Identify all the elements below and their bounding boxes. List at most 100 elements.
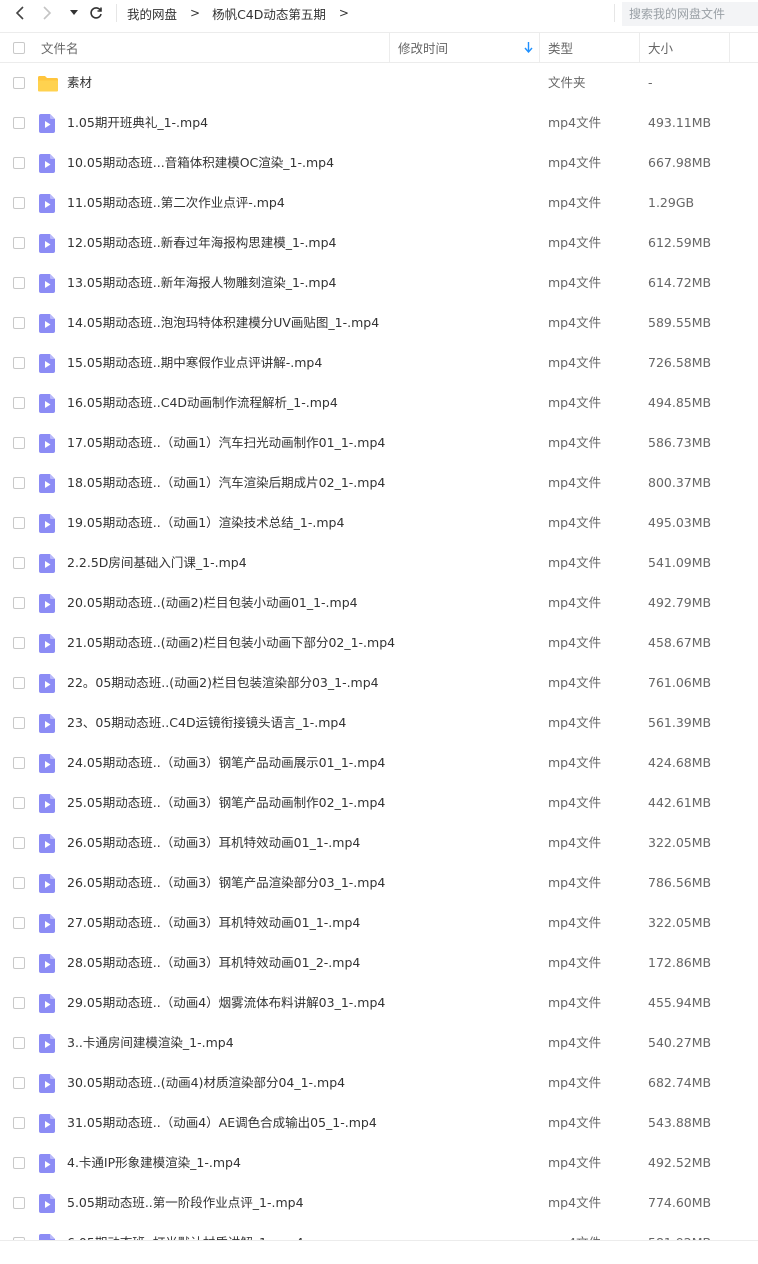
file-row[interactable]: 30.05期动态班..(动画4)材质渲染部分04_1-.mp4 mp4文件 682.…	[0, 1063, 758, 1103]
file-row[interactable]: 3..卡通房间建模渲染_1-.mp4 mp4文件 540.27MB	[0, 1023, 758, 1063]
file-row[interactable]: 14.05期动态班..泡泡玛特体积建模分UV画贴图_1-.mp4 mp4文件 589…	[0, 303, 758, 343]
row-checkbox[interactable]	[13, 677, 25, 689]
file-row[interactable]: 10.05期动态班...音箱体积建模OC渲染_1-.mp4 mp4文件 667.98…	[0, 143, 758, 183]
file-row[interactable]: 17.05期动态班..（动画1）汽车扫光动画制作01_1-.mp4 mp4文件 58…	[0, 423, 758, 463]
file-row[interactable]: 27.05期动态班..（动画3）耳机特效动画01_1-.mp4 mp4文件 322.…	[0, 903, 758, 943]
row-checkbox[interactable]	[13, 717, 25, 729]
file-name[interactable]: 26.05期动态班..（动画3）耳机特效动画01_1-.mp4	[67, 823, 360, 863]
file-row[interactable]: 28.05期动态班..（动画3）耳机特效动画01_2-.mp4 mp4文件 172.…	[0, 943, 758, 983]
row-checkbox[interactable]	[13, 837, 25, 849]
row-checkbox[interactable]	[13, 157, 25, 169]
file-name[interactable]: 17.05期动态班..（动画1）汽车扫光动画制作01_1-.mp4	[67, 423, 385, 463]
file-name[interactable]: 29.05期动态班..（动画4）烟雾流体布料讲解03_1-.mp4	[67, 983, 385, 1023]
history-dropdown-button[interactable]	[66, 2, 82, 24]
file-name[interactable]: 13.05期动态班..新年海报人物雕刻渲染_1-.mp4	[67, 263, 336, 303]
row-checkbox[interactable]	[13, 1157, 25, 1169]
file-row[interactable]: 2.2.5D房间基础入门课_1-.mp4 mp4文件 541.09MB	[0, 543, 758, 583]
file-row[interactable]: 13.05期动态班..新年海报人物雕刻渲染_1-.mp4 mp4文件 614.72M…	[0, 263, 758, 303]
row-checkbox[interactable]	[13, 877, 25, 889]
file-name[interactable]: 15.05期动态班..期中寒假作业点评讲解-.mp4	[67, 343, 322, 383]
file-name[interactable]: 4.卡通IP形象建模渲染_1-.mp4	[67, 1143, 241, 1183]
column-header-size[interactable]: 大小	[648, 33, 673, 62]
column-header-type[interactable]: 类型	[548, 33, 573, 62]
file-name[interactable]: 27.05期动态班..（动画3）耳机特效动画01_1-.mp4	[67, 903, 360, 943]
row-checkbox[interactable]	[13, 237, 25, 249]
column-divider[interactable]	[389, 33, 390, 62]
row-checkbox[interactable]	[13, 637, 25, 649]
file-row[interactable]: 18.05期动态班..（动画1）汽车渲染后期成片02_1-.mp4 mp4文件 80…	[0, 463, 758, 503]
file-row[interactable]: 16.05期动态班..C4D动画制作流程解析_1-.mp4 mp4文件 494.85…	[0, 383, 758, 423]
file-row[interactable]: 4.卡通IP形象建模渲染_1-.mp4 mp4文件 492.52MB	[0, 1143, 758, 1183]
file-name[interactable]: 23、05期动态班..C4D运镜衔接镜头语言_1-.mp4	[67, 703, 346, 743]
file-name[interactable]: 素材	[67, 63, 92, 103]
file-row[interactable]: 15.05期动态班..期中寒假作业点评讲解-.mp4 mp4文件 726.58MB	[0, 343, 758, 383]
file-row[interactable]: 素材 文件夹 -	[0, 63, 758, 103]
file-row[interactable]: 23、05期动态班..C4D运镜衔接镜头语言_1-.mp4 mp4文件 561.39…	[0, 703, 758, 743]
breadcrumb-root[interactable]: 我的网盘	[127, 4, 177, 23]
row-checkbox[interactable]	[13, 957, 25, 969]
file-name[interactable]: 31.05期动态班..（动画4）AE调色合成输出05_1-.mp4	[67, 1103, 377, 1143]
row-checkbox[interactable]	[13, 437, 25, 449]
file-name[interactable]: 11.05期动态班..第二次作业点评-.mp4	[67, 183, 285, 223]
file-row[interactable]: 29.05期动态班..（动画4）烟雾流体布料讲解03_1-.mp4 mp4文件 45…	[0, 983, 758, 1023]
column-header-name[interactable]: 文件名	[41, 33, 79, 62]
refresh-button[interactable]	[86, 2, 106, 24]
file-name[interactable]: 12.05期动态班..新春过年海报构思建模_1-.mp4	[67, 223, 336, 263]
back-button[interactable]	[10, 2, 30, 24]
row-checkbox[interactable]	[13, 597, 25, 609]
file-row[interactable]: 19.05期动态班..（动画1）渲染技术总结_1-.mp4 mp4文件 495.03…	[0, 503, 758, 543]
file-row[interactable]: 21.05期动态班..(动画2)栏目包装小动画下部分02_1-.mp4 mp4文件…	[0, 623, 758, 663]
file-name[interactable]: 26.05期动态班..（动画3）钢笔产品渲染部分03_1-.mp4	[67, 863, 385, 903]
file-name[interactable]: 5.05期动态班..第一阶段作业点评_1-.mp4	[67, 1183, 304, 1223]
row-checkbox[interactable]	[13, 77, 25, 89]
row-checkbox[interactable]	[13, 477, 25, 489]
row-checkbox[interactable]	[13, 117, 25, 129]
file-name[interactable]: 22。05期动态班..(动画2)栏目包装渲染部分03_1-.mp4	[67, 663, 379, 703]
file-row[interactable]: 22。05期动态班..(动画2)栏目包装渲染部分03_1-.mp4 mp4文件 76…	[0, 663, 758, 703]
row-checkbox[interactable]	[13, 1037, 25, 1049]
row-checkbox[interactable]	[13, 1117, 25, 1129]
row-checkbox[interactable]	[13, 197, 25, 209]
sort-down-icon[interactable]	[524, 42, 533, 53]
file-row[interactable]: 31.05期动态班..（动画4）AE调色合成输出05_1-.mp4 mp4文件 54…	[0, 1103, 758, 1143]
forward-button[interactable]	[37, 2, 57, 24]
column-divider[interactable]	[539, 33, 540, 62]
file-name[interactable]: 19.05期动态班..（动画1）渲染技术总结_1-.mp4	[67, 503, 344, 543]
row-checkbox[interactable]	[13, 277, 25, 289]
row-checkbox[interactable]	[13, 1197, 25, 1209]
row-checkbox[interactable]	[13, 517, 25, 529]
row-checkbox[interactable]	[13, 357, 25, 369]
file-row[interactable]: 26.05期动态班..（动画3）钢笔产品渲染部分03_1-.mp4 mp4文件 78…	[0, 863, 758, 903]
column-divider[interactable]	[639, 33, 640, 62]
breadcrumb-separator[interactable]: >	[339, 6, 349, 20]
column-header-modified[interactable]: 修改时间	[398, 33, 448, 62]
file-name[interactable]: 21.05期动态班..(动画2)栏目包装小动画下部分02_1-.mp4	[67, 623, 395, 663]
row-checkbox[interactable]	[13, 997, 25, 1009]
row-checkbox[interactable]	[13, 557, 25, 569]
file-row[interactable]: 24.05期动态班..（动画3）钢笔产品动画展示01_1-.mp4 mp4文件 42…	[0, 743, 758, 783]
file-name[interactable]: 2.2.5D房间基础入门课_1-.mp4	[67, 543, 247, 583]
row-checkbox[interactable]	[13, 1077, 25, 1089]
file-row[interactable]: 5.05期动态班..第一阶段作业点评_1-.mp4 mp4文件 774.60MB	[0, 1183, 758, 1223]
file-row[interactable]: 26.05期动态班..（动画3）耳机特效动画01_1-.mp4 mp4文件 322.…	[0, 823, 758, 863]
column-divider[interactable]	[729, 33, 730, 62]
row-checkbox[interactable]	[13, 917, 25, 929]
file-row[interactable]: 12.05期动态班..新春过年海报构思建模_1-.mp4 mp4文件 612.59M…	[0, 223, 758, 263]
row-checkbox[interactable]	[13, 757, 25, 769]
file-name[interactable]: 30.05期动态班..(动画4)材质渲染部分04_1-.mp4	[67, 1063, 345, 1103]
file-row[interactable]: 11.05期动态班..第二次作业点评-.mp4 mp4文件 1.29GB	[0, 183, 758, 223]
file-row[interactable]: 1.05期开班典礼_1-.mp4 mp4文件 493.11MB	[0, 103, 758, 143]
file-name[interactable]: 14.05期动态班..泡泡玛特体积建模分UV画贴图_1-.mp4	[67, 303, 379, 343]
file-name[interactable]: 1.05期开班典礼_1-.mp4	[67, 103, 208, 143]
file-row[interactable]: 20.05期动态班..(动画2)栏目包装小动画01_1-.mp4 mp4文件 492…	[0, 583, 758, 623]
file-row[interactable]: 25.05期动态班..（动画3）钢笔产品动画制作02_1-.mp4 mp4文件 44…	[0, 783, 758, 823]
file-name[interactable]: 18.05期动态班..（动画1）汽车渲染后期成片02_1-.mp4	[67, 463, 385, 503]
file-name[interactable]: 3..卡通房间建模渲染_1-.mp4	[67, 1023, 234, 1063]
file-name[interactable]: 10.05期动态班...音箱体积建模OC渲染_1-.mp4	[67, 143, 334, 183]
breadcrumb-current[interactable]: 杨帆C4D动态第五期	[212, 4, 326, 23]
file-name[interactable]: 20.05期动态班..(动画2)栏目包装小动画01_1-.mp4	[67, 583, 358, 623]
row-checkbox[interactable]	[13, 397, 25, 409]
select-all-checkbox[interactable]	[13, 41, 25, 54]
file-name[interactable]: 28.05期动态班..（动画3）耳机特效动画01_2-.mp4	[67, 943, 360, 983]
file-name[interactable]: 24.05期动态班..（动画3）钢笔产品动画展示01_1-.mp4	[67, 743, 385, 783]
